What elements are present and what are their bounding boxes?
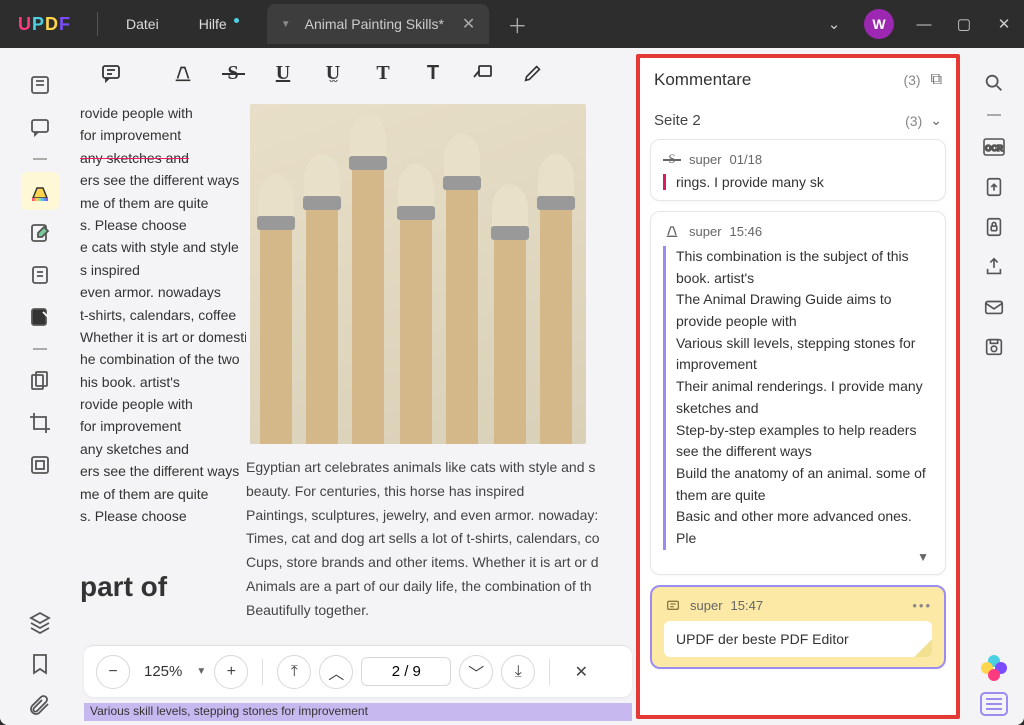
zoom-in-button[interactable]: +	[214, 655, 248, 689]
search-icon[interactable]	[977, 66, 1011, 100]
close-pager-button[interactable]: ✕	[564, 655, 598, 689]
comment-card[interactable]: super 15:46 This combination is the subj…	[650, 211, 946, 575]
pencil-icon[interactable]	[510, 53, 556, 93]
next-page-button[interactable]: ﹀	[459, 655, 493, 689]
highlighter-icon	[663, 222, 681, 240]
page-tool-icon[interactable]	[21, 256, 59, 294]
zoom-out-button[interactable]: −	[96, 655, 130, 689]
text-tool-icon[interactable]: T	[360, 53, 406, 93]
last-page-button[interactable]: ⤓	[501, 655, 535, 689]
tab-close-icon[interactable]: ✕	[462, 14, 475, 34]
protect-icon[interactable]	[977, 210, 1011, 244]
comments-title: Kommentare	[654, 70, 751, 90]
annotation-toolbar: S U U〰 T T	[80, 48, 636, 98]
left-sidebar	[0, 48, 80, 725]
zoom-dropdown-icon[interactable]: ▼	[196, 666, 206, 677]
highlight-tool-icon[interactable]	[21, 172, 59, 210]
comment-menu-icon[interactable]: •••	[912, 598, 932, 613]
titlebar-dropdown-icon[interactable]: ⌄	[814, 4, 854, 44]
document-image	[250, 104, 586, 444]
squiggly-icon[interactable]: U〰	[310, 53, 356, 93]
right-sidebar: OCR	[964, 48, 1024, 725]
prev-page-button[interactable]: ︿	[319, 655, 353, 689]
svg-text:OCR: OCR	[985, 144, 1003, 153]
window-maximize-button[interactable]: ▢	[944, 4, 984, 44]
text-box-icon[interactable]: T	[410, 53, 456, 93]
window-minimize-button[interactable]: —	[904, 4, 944, 44]
convert-icon[interactable]	[977, 170, 1011, 204]
strikethrough-icon: S	[663, 150, 681, 168]
document-viewport[interactable]: rovide people with for improvement any s…	[80, 98, 636, 639]
layers-icon[interactable]	[21, 603, 59, 641]
updf-flower-icon[interactable]	[977, 651, 1011, 685]
strikethrough-icon[interactable]: S	[210, 53, 256, 93]
titlebar: UPDF Datei Hilfe ▼ Animal Painting Skill…	[0, 0, 1024, 48]
chevron-down-icon[interactable]: ⌄	[930, 112, 942, 129]
underline-icon[interactable]: U	[260, 53, 306, 93]
fill-sign-icon[interactable]	[21, 298, 59, 336]
new-tab-button[interactable]: ＋	[507, 10, 527, 39]
user-avatar[interactable]: W	[864, 9, 894, 39]
crop-tool-icon[interactable]	[21, 404, 59, 442]
comments-total-count: (3)	[903, 72, 920, 88]
page-navigator: − 125% ▼ + ⤒ ︿ ﹀ ⤓ ✕	[84, 645, 632, 697]
note-icon	[664, 597, 682, 615]
note-annotation-icon[interactable]	[88, 53, 134, 93]
document-tab[interactable]: ▼ Animal Painting Skills* ✕	[267, 4, 490, 44]
edit-tool-icon[interactable]	[21, 214, 59, 252]
comments-panel: Kommentare (3) ⧉ Seite 2 (3) ⌄ S super 0…	[636, 54, 960, 719]
comments-section-header[interactable]: Seite 2 (3) ⌄	[640, 102, 956, 139]
document-text-left: rovide people with for improvement any s…	[80, 98, 246, 639]
bookmark-icon[interactable]	[21, 645, 59, 683]
menu-file[interactable]: Datei	[106, 16, 179, 32]
comments-toggle-icon[interactable]	[977, 691, 1011, 725]
comment-note-card[interactable]: super 15:47 ••• UPDF der beste PDF Edito…	[650, 585, 946, 669]
expand-comment-icon[interactable]: ▼	[663, 550, 933, 564]
tab-dropdown-icon[interactable]: ▼	[281, 19, 291, 30]
menu-help[interactable]: Hilfe	[179, 16, 247, 32]
document-paragraph: Egyptian art celebrates animals like cat…	[246, 444, 600, 623]
share-icon[interactable]	[977, 250, 1011, 284]
app-logo: UPDF	[0, 14, 89, 35]
ocr-icon[interactable]: OCR	[977, 130, 1011, 164]
reader-mode-icon[interactable]	[21, 66, 59, 104]
tab-title: Animal Painting Skills*	[305, 16, 444, 32]
highlight-strip: Various skill levels, stepping stones fo…	[84, 703, 632, 721]
popout-icon[interactable]: ⧉	[931, 71, 942, 89]
compress-tool-icon[interactable]	[21, 446, 59, 484]
highlighter-icon[interactable]	[160, 53, 206, 93]
first-page-button[interactable]: ⤒	[277, 655, 311, 689]
document-heading: part of	[80, 565, 246, 610]
comment-quote: rings. I provide many sk	[663, 174, 933, 190]
save-icon[interactable]	[977, 330, 1011, 364]
zoom-level: 125%	[138, 663, 188, 680]
comment-note-body: UPDF der beste PDF Editor	[664, 621, 932, 657]
attachment-icon[interactable]	[21, 687, 59, 725]
window-close-button[interactable]: ✕	[984, 4, 1024, 44]
email-icon[interactable]	[977, 290, 1011, 324]
comment-quote: This combination is the subject of this …	[663, 246, 933, 550]
organize-pages-icon[interactable]	[21, 362, 59, 400]
comment-mode-icon[interactable]	[21, 108, 59, 146]
comment-card[interactable]: S super 01/18 rings. I provide many sk	[650, 139, 946, 201]
page-input[interactable]	[361, 657, 451, 686]
callout-icon[interactable]	[460, 53, 506, 93]
